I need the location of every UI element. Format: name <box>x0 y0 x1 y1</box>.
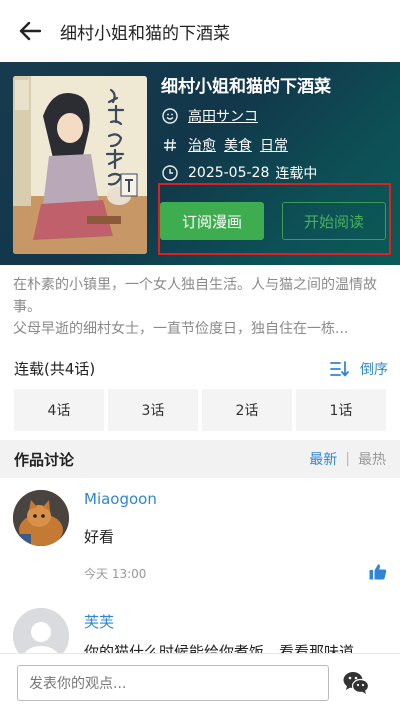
discussion-tabs: 最新 | 最热 <box>309 449 386 469</box>
discussion-header: 作品讨论 最新 | 最热 <box>0 440 400 478</box>
start-reading-button[interactable]: 开始阅读 <box>282 202 386 240</box>
subscribe-button[interactable]: 订阅漫画 <box>160 202 264 240</box>
chapters-header: 连载(共4话) 倒序 <box>14 358 388 379</box>
discussion-heading: 作品讨论 <box>14 450 75 469</box>
comment-bar: 发表你的观点... <box>0 653 400 711</box>
avatar[interactable] <box>13 490 69 546</box>
tab-hot[interactable]: 最热 <box>358 449 386 469</box>
wechat-icon <box>343 672 370 694</box>
hash-icon <box>161 136 179 154</box>
comic-hero: 细村小姐和猫的下酒菜 高田サンコ 治愈 美食 日常 2025-05-28 连载中… <box>0 62 400 265</box>
avatar[interactable] <box>13 608 69 653</box>
comment-input[interactable]: 发表你的观点... <box>17 665 329 701</box>
chapter-item[interactable]: 3话 <box>108 389 198 431</box>
comic-cover[interactable] <box>13 76 147 254</box>
tag-link[interactable]: 治愈 <box>188 135 216 155</box>
tab-separator: | <box>345 451 350 467</box>
description-line: 在朴素的小镇里，一个女人独自生活。人与猫之间的温情故事。 <box>13 277 377 315</box>
chapter-item[interactable]: 1话 <box>296 389 386 431</box>
author-row: 高田サンコ <box>161 106 266 126</box>
tag-link[interactable]: 美食 <box>224 135 252 155</box>
serial-status: 连载中 <box>275 166 318 182</box>
sort-icon <box>330 360 349 376</box>
comment-item: Miaogoon 好看 今天 13:00 <box>0 478 400 598</box>
update-date: 2025-05-28 <box>188 165 270 181</box>
author-icon <box>161 107 179 125</box>
comment-placeholder: 发表你的观点... <box>29 676 127 692</box>
comment-text: 你的猫什么时候能给你煮饭，看看那味道 <box>84 643 355 653</box>
author-link[interactable]: 高田サンコ <box>188 106 258 126</box>
comment-username[interactable]: 芙芙 <box>84 611 114 632</box>
comic-title: 细村小姐和猫的下酒菜 <box>161 77 331 97</box>
page-title: 细村小姐和猫的下酒菜 <box>60 23 230 44</box>
thumbs-up-icon <box>369 564 387 580</box>
chapter-item[interactable]: 2话 <box>202 389 292 431</box>
comic-description[interactable]: 在朴素的小镇里，一个女人独自生活。人与猫之间的温情故事。 父母早逝的细村女士，一… <box>13 274 391 340</box>
description-line: 父母早逝的细村女士，一直节俭度日，独自住在一栋... <box>13 321 349 337</box>
sort-button[interactable]: 倒序 <box>330 359 388 379</box>
tab-latest[interactable]: 最新 <box>309 449 337 469</box>
wechat-share-button[interactable] <box>343 671 370 699</box>
comment-text: 好看 <box>84 528 115 546</box>
like-button[interactable] <box>369 563 387 584</box>
date-row: 2025-05-28 连载中 <box>161 163 317 183</box>
tags-row: 治愈 美食 日常 <box>161 135 296 155</box>
clock-icon <box>161 164 179 182</box>
back-button[interactable] <box>0 0 60 62</box>
tag-link[interactable]: 日常 <box>260 135 288 155</box>
top-bar: 细村小姐和猫的下酒菜 <box>0 0 400 62</box>
chapter-list: 4话 3话 2话 1话 <box>14 389 386 431</box>
chapters-heading: 连载(共4话) <box>14 360 96 378</box>
cover-illustration <box>13 76 147 254</box>
chapter-item[interactable]: 4话 <box>14 389 104 431</box>
comment-item: 芙芙 你的猫什么时候能给你煮饭，看看那味道 <box>0 598 400 653</box>
sort-label: 倒序 <box>360 361 388 378</box>
comment-username[interactable]: Miaogoon <box>84 490 157 508</box>
comment-time: 今天 13:00 <box>84 567 147 581</box>
back-arrow-icon <box>19 21 41 41</box>
